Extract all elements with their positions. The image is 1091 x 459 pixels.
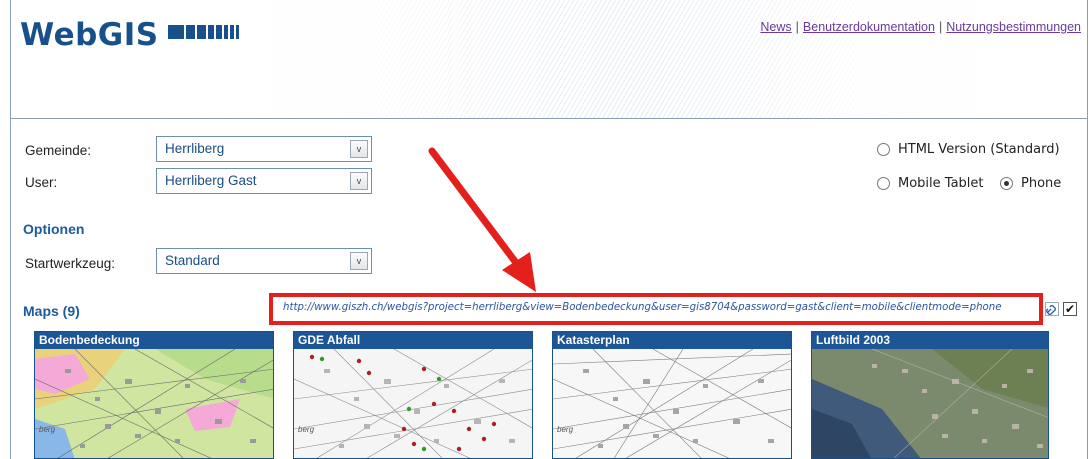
map-url-link[interactable]: http://www.giszh.ch/webgis?project=herrl… bbox=[283, 302, 1002, 313]
radio-phone[interactable] bbox=[1000, 177, 1013, 190]
map-thumb-title: Luftbild 2003 bbox=[812, 332, 1048, 349]
map-thumb-katasterplan[interactable]: Katasterplan berg bbox=[552, 331, 792, 459]
link-separator: | bbox=[938, 20, 943, 34]
maps-title: Maps (9) bbox=[23, 303, 80, 319]
user-select[interactable]: Herrliberg Gast v bbox=[156, 168, 372, 194]
map-caption: berg bbox=[557, 425, 574, 434]
katasterplan-map-image bbox=[553, 349, 791, 458]
gemeinde-value: Herrliberg bbox=[165, 141, 225, 156]
html-version-label: HTML Version (Standard) bbox=[898, 142, 1060, 157]
chevron-down-icon[interactable]: v bbox=[350, 252, 368, 270]
gemeinde-label: Gemeinde: bbox=[25, 143, 92, 158]
radio-tablet[interactable] bbox=[877, 177, 890, 190]
bodenbedeckung-map-image bbox=[35, 349, 273, 458]
map-thumb-gde-abfall[interactable]: GDE Abfall berg bbox=[293, 331, 533, 459]
user-label: User: bbox=[25, 175, 58, 190]
startwerkzeug-select[interactable]: Standard v bbox=[156, 248, 372, 274]
radio-html[interactable] bbox=[877, 143, 890, 156]
startwerkzeug-label: Startwerkzeug: bbox=[25, 256, 116, 271]
map-thumb-title: Katasterplan bbox=[553, 332, 791, 349]
header-fade-right bbox=[656, 0, 1087, 118]
app-frame: WebGIS News | Benutzerdokumentation | Nutzun… bbox=[10, 0, 1088, 459]
page-header: WebGIS News | Benutzerdokumentation | Nutzun… bbox=[11, 0, 1087, 119]
map-thumb-bodenbedeckung[interactable]: Bodenbedeckung berg bbox=[34, 331, 274, 459]
gemeinde-select[interactable]: Herrliberg v bbox=[156, 136, 372, 162]
phone-label: Phone bbox=[1021, 176, 1062, 191]
html-version-option[interactable]: HTML Version (Standard) bbox=[877, 142, 1060, 157]
map-caption: berg bbox=[39, 425, 56, 434]
gde-abfall-map-image bbox=[294, 349, 532, 458]
url-checkbox[interactable]: ✔ bbox=[1063, 302, 1077, 316]
chevron-down-icon[interactable]: v bbox=[350, 140, 368, 158]
map-thumb-title: Bodenbedeckung bbox=[35, 332, 273, 349]
phone-option[interactable]: Phone bbox=[1000, 176, 1061, 191]
webgis-logo: WebGIS bbox=[20, 17, 159, 53]
startwerkzeug-value: Standard bbox=[165, 253, 220, 268]
tablet-label: Mobile Tablet bbox=[898, 176, 984, 191]
tablet-option[interactable]: Mobile Tablet bbox=[877, 176, 984, 191]
map-caption: berg bbox=[298, 425, 315, 434]
optionen-title: Optionen bbox=[23, 221, 85, 237]
luftbild-aerial-image bbox=[812, 349, 1048, 458]
documentation-link[interactable]: Benutzerdokumentation bbox=[803, 20, 935, 34]
news-link[interactable]: News bbox=[760, 20, 791, 34]
link-separator: | bbox=[795, 20, 799, 34]
top-links: News | Benutzerdokumentation | Nutzungsbesti… bbox=[760, 20, 1081, 34]
map-thumb-luftbild-2003[interactable]: Luftbild 2003 bbox=[811, 331, 1049, 459]
link-icon[interactable] bbox=[1045, 302, 1059, 316]
terms-link[interactable]: Nutzungsbestimmungen bbox=[946, 20, 1081, 34]
user-value: Herrliberg Gast bbox=[165, 173, 257, 188]
map-thumb-title: GDE Abfall bbox=[294, 332, 532, 349]
logo-bars-icon bbox=[168, 25, 239, 39]
url-highlight-box: http://www.giszh.ch/webgis?project=herrl… bbox=[269, 293, 1043, 325]
chevron-down-icon[interactable]: v bbox=[350, 172, 368, 190]
